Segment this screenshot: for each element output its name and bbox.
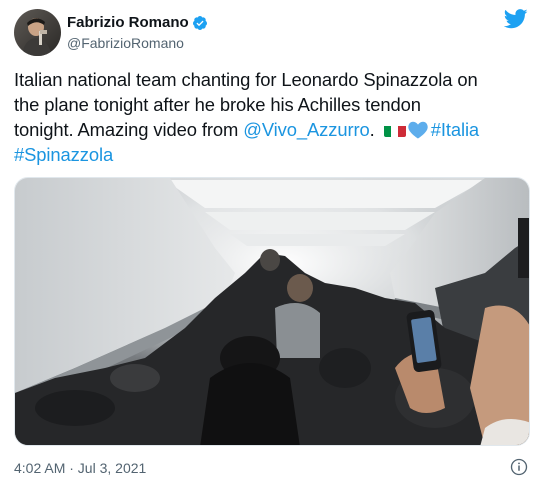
info-icon[interactable] (510, 458, 528, 476)
italy-flag-icon (383, 122, 406, 137)
video-thumbnail (15, 178, 529, 445)
blue-heart-icon (407, 121, 428, 139)
tweet-text-line-3: tonight. Amazing video from @Vivo_Azzurr… (14, 117, 534, 142)
author-handle[interactable]: @FabrizioRomano (67, 35, 208, 51)
author-names: Fabrizio Romano @FabrizioRomano (67, 13, 208, 51)
author-avatar[interactable] (14, 9, 61, 56)
tweet-card: Fabrizio Romano @FabrizioRomano Italian … (0, 0, 544, 483)
tweet-text-line-4: #Spinazzola (14, 142, 534, 167)
tweet-text: Italian national team chanting for Leona… (14, 67, 534, 167)
verified-badge-icon (192, 15, 207, 30)
avatar-photo (14, 9, 61, 56)
tweet-text-line-2: the plane tonight after he broke his Ach… (14, 94, 421, 115)
name-row: Fabrizio Romano (67, 13, 208, 32)
author-display-name[interactable]: Fabrizio Romano (67, 14, 189, 31)
tweet-text-segment: tonight. Amazing video from (14, 119, 244, 140)
hashtag-italia-link[interactable]: #Italia (431, 119, 479, 140)
hashtag-spinazzola-link[interactable]: #Spinazzola (14, 144, 113, 165)
tweet-timestamp[interactable]: 4:02 AM · Jul 3, 2021 (14, 460, 146, 476)
mention-link[interactable]: @Vivo_Azzurro (243, 119, 370, 140)
tweet-header: Fabrizio Romano @FabrizioRomano (14, 9, 530, 57)
tweet-footer: 4:02 AM · Jul 3, 2021 (14, 458, 530, 478)
tweet-video[interactable] (14, 177, 530, 446)
twitter-bird-icon[interactable] (504, 9, 528, 29)
tweet-text-punctuation: . (369, 119, 380, 140)
tweet-text-line-1: Italian national team chanting for Leona… (14, 69, 478, 90)
